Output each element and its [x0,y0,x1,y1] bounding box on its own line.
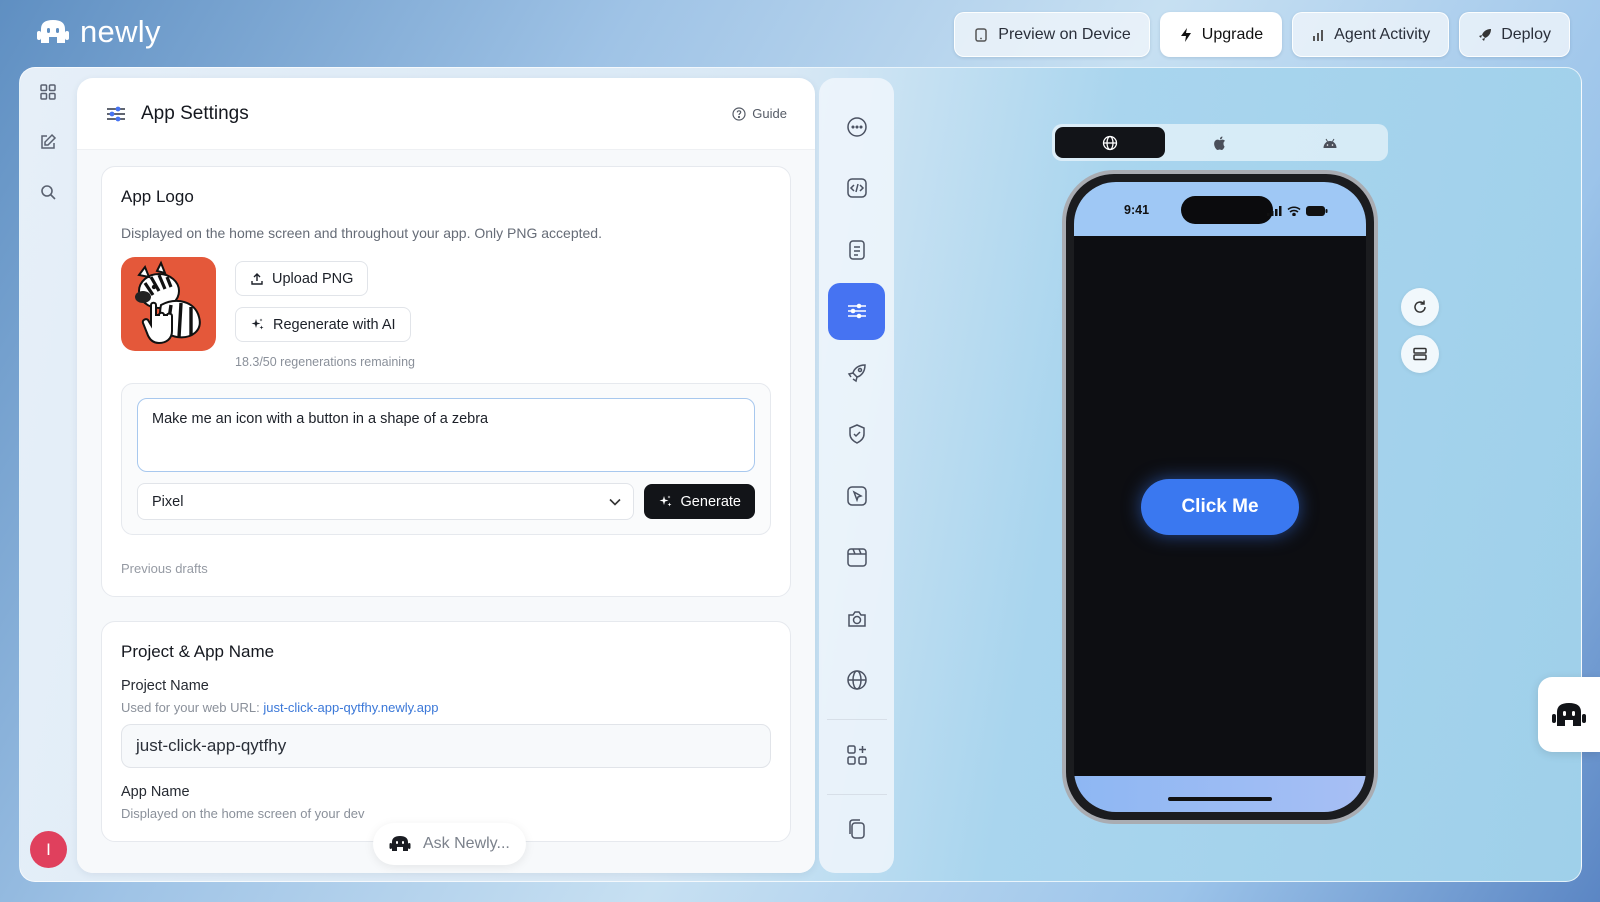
refresh-button[interactable] [1401,288,1439,326]
guide-link[interactable]: Guide [732,106,787,121]
tool-column [819,78,894,873]
project-name-help: Used for your web URL: just-click-app-qy… [121,700,439,715]
project-name-label: Project Name [121,678,209,694]
card-title: Project & App Name [121,642,275,661]
top-actions: Preview on Device Upgrade Agent Activity… [954,12,1570,57]
status-time: 9:41 [1124,203,1150,217]
logo-row: Upload PNG Regenerate with AI 18.3/50 re… [121,257,771,369]
dynamic-island [1181,196,1273,224]
left-rail [30,80,66,204]
status-icons [1267,206,1328,216]
rocket-icon [1478,28,1492,42]
newly-mascot-icon [1551,701,1587,729]
document-icon[interactable] [828,221,885,278]
help-circle-icon [732,106,746,121]
project-url-link[interactable]: just-click-app-qytfhy.newly.app [263,700,438,715]
stack-icon [1412,346,1428,362]
tool-divider [826,793,887,795]
refresh-icon [1412,299,1428,315]
logo-actions: Upload PNG Regenerate with AI 18.3/50 re… [235,257,415,369]
agent-activity-button[interactable]: Agent Activity [1292,12,1450,57]
calendar-icon[interactable] [828,529,885,586]
bolt-icon [1179,27,1193,43]
ask-newly-input[interactable]: Ask Newly... [373,823,526,865]
web-option[interactable] [1055,127,1165,158]
upload-png-button[interactable]: Upload PNG [235,261,369,296]
android-option[interactable] [1275,127,1385,158]
home-bar-area [1074,776,1366,812]
brand-name: newly [80,14,161,49]
code-icon[interactable] [828,160,885,217]
upload-icon [250,272,264,286]
app-name-help: Displayed on the home screen of your dev [121,806,365,821]
prompt-input[interactable]: Make me an icon with a button in a shape… [137,398,755,472]
apple-icon [1213,135,1227,151]
grid-icon[interactable] [36,80,60,104]
globe-icon[interactable] [828,652,885,709]
regeneration-count: 18.3/50 regenerations remaining [235,355,415,369]
apps-add-icon[interactable] [828,726,885,783]
project-app-name-card: Project & App Name Project Name Used for… [101,621,791,842]
wifi-icon [1287,206,1301,216]
newly-mascot-icon [389,835,411,853]
panel-body: App Logo Displayed on the home screen an… [77,150,815,873]
home-indicator [1168,797,1272,801]
signal-icon [1267,206,1282,216]
project-name-input[interactable]: just-click-app-qytfhy [121,724,771,768]
generate-row: Pixel Generate [137,483,755,520]
user-avatar[interactable]: I [30,831,67,868]
card-title: App Logo [121,187,194,206]
sliders-icon[interactable] [828,282,885,340]
app-name-label: App Name [121,784,190,800]
sparkles-icon [658,494,673,509]
os-switcher [1052,124,1388,161]
tool-divider [826,719,887,720]
panel-header: App Settings Guide [77,78,815,150]
click-me-button[interactable]: Click Me [1141,479,1299,535]
device-icon [973,27,989,43]
camera-icon[interactable] [828,590,885,647]
app-logo-card: App Logo Displayed on the home screen an… [101,166,791,597]
battery-icon [1306,206,1328,216]
sparkles-icon [250,317,265,332]
previous-drafts-label: Previous drafts [121,561,208,576]
settings-panel: App Settings Guide App Logo Displayed on… [77,78,815,873]
chat-icon[interactable] [828,98,885,155]
deploy-button[interactable]: Deploy [1459,12,1570,57]
shield-check-icon[interactable] [828,406,885,463]
ai-generate-box: Make me an icon with a button in a shape… [121,383,771,535]
upgrade-button[interactable]: Upgrade [1159,12,1283,57]
generate-button[interactable]: Generate [643,484,755,519]
ios-option[interactable] [1165,127,1275,158]
search-icon[interactable] [36,180,60,204]
phone-screen: 9:41 Click Me [1074,182,1366,812]
sliders-icon [105,104,127,124]
style-select[interactable]: Pixel [137,483,634,520]
copy-icon[interactable] [828,801,885,858]
preview-on-device-button[interactable]: Preview on Device [954,12,1150,57]
newly-assistant-tab[interactable] [1538,677,1600,752]
app-logo-image [121,257,216,351]
chevron-down-icon [608,498,621,506]
rocket-icon[interactable] [828,344,885,401]
cursor-icon[interactable] [828,467,885,524]
bar-chart-icon [1311,28,1325,42]
page-title: App Settings [141,102,249,124]
layout-button[interactable] [1401,335,1439,373]
regenerate-with-ai-button[interactable]: Regenerate with AI [235,307,411,342]
android-icon [1322,137,1338,149]
status-bar: 9:41 [1074,182,1366,236]
card-description: Displayed on the home screen and through… [121,225,602,241]
phone-preview: 9:41 Click Me [1062,170,1378,824]
edit-icon[interactable] [36,130,60,154]
globe-icon [1102,135,1118,151]
newly-logo-icon [36,17,70,47]
brand[interactable]: newly [36,14,161,50]
